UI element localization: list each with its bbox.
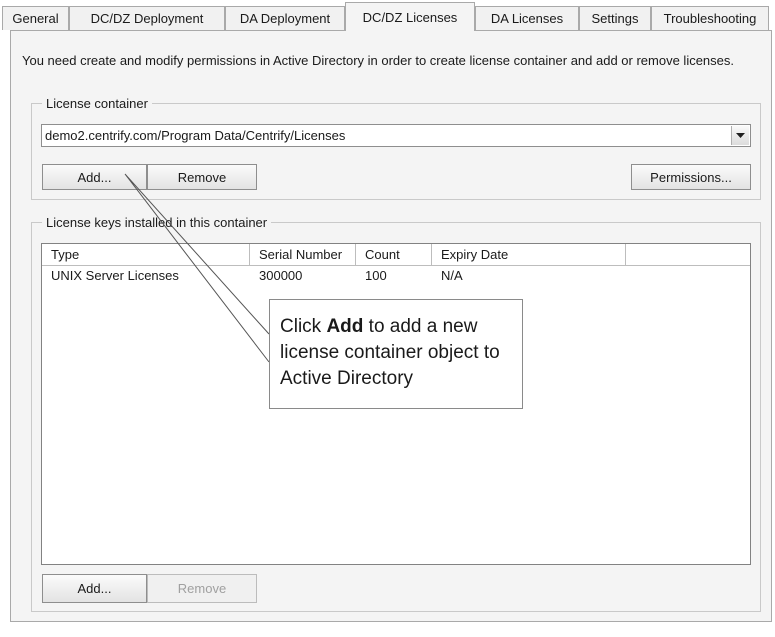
callout-text-before: Click: [280, 316, 327, 337]
tab-strip: General DC/DZ Deployment DA Deployment D…: [0, 0, 775, 31]
container-add-button[interactable]: Add...: [42, 164, 147, 190]
column-header-expiry[interactable]: Expiry Date: [432, 244, 626, 265]
tab-da-licenses[interactable]: DA Licenses: [475, 6, 579, 30]
callout-text-bold: Add: [326, 316, 364, 337]
cell-count: 100: [365, 268, 387, 283]
tab-dcdz-deployment[interactable]: DC/DZ Deployment: [69, 6, 225, 30]
column-header-count[interactable]: Count: [356, 244, 432, 265]
cell-serial: 300000: [259, 268, 303, 283]
cell-expiry: N/A: [441, 268, 463, 283]
tab-da-deployment[interactable]: DA Deployment: [225, 6, 345, 30]
tab-dcdz-licenses[interactable]: DC/DZ Licenses: [345, 2, 475, 31]
license-container-value: demo2.centrify.com/Program Data/Centrify…: [45, 128, 346, 143]
license-container-legend: License container: [42, 95, 152, 112]
key-remove-button[interactable]: Remove: [147, 574, 257, 603]
license-container-select[interactable]: demo2.centrify.com/Program Data/Centrify…: [41, 124, 751, 147]
tab-settings[interactable]: Settings: [579, 6, 651, 30]
tab-troubleshooting[interactable]: Troubleshooting: [651, 6, 769, 30]
container-remove-button[interactable]: Remove: [147, 164, 257, 190]
tab-general[interactable]: General: [2, 6, 69, 30]
key-add-button[interactable]: Add...: [42, 574, 147, 603]
permissions-button[interactable]: Permissions...: [631, 164, 751, 190]
cell-type: UNIX Server Licenses: [51, 268, 179, 283]
callout-tooltip: Click Add to add a new license container…: [269, 299, 523, 409]
column-header-type[interactable]: Type: [42, 244, 250, 265]
chevron-down-icon[interactable]: [731, 126, 749, 145]
column-header-serial[interactable]: Serial Number: [250, 244, 356, 265]
intro-text: You need create and modify permissions i…: [22, 53, 735, 68]
table-row[interactable]: UNIX Server Licenses 300000 100 N/A: [42, 266, 750, 286]
license-keys-legend: License keys installed in this container: [42, 214, 272, 231]
table-header: Type Serial Number Count Expiry Date: [42, 244, 750, 266]
